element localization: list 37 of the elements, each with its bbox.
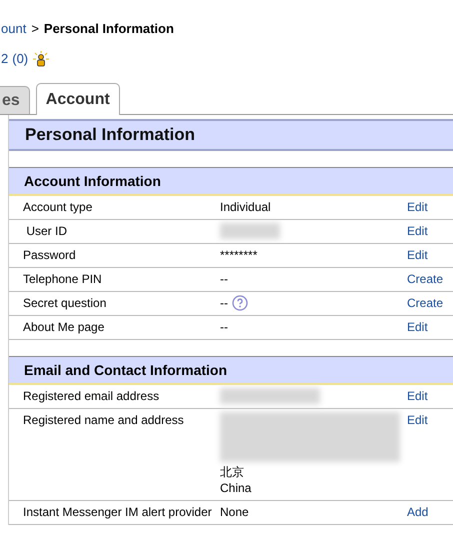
action-link[interactable]: Edit bbox=[407, 319, 453, 335]
field-value: Individual bbox=[220, 199, 271, 215]
action-link[interactable]: Edit bbox=[407, 223, 453, 239]
field-value: -- bbox=[220, 295, 228, 311]
field-value: ******** bbox=[220, 247, 258, 263]
field-value: -- bbox=[220, 271, 228, 287]
action-link[interactable]: Create bbox=[407, 271, 453, 287]
person-badge-icon bbox=[32, 51, 50, 67]
section-header: Account Information bbox=[9, 167, 453, 196]
field-label: Account type bbox=[23, 199, 94, 215]
field-label: About Me page bbox=[23, 319, 106, 335]
section-header: Email and Contact Information bbox=[9, 356, 453, 385]
field-label: User ID bbox=[25, 223, 68, 239]
breadcrumb-separator: > bbox=[31, 21, 39, 37]
action-link[interactable]: Add bbox=[407, 504, 453, 520]
field-value: 北京 China bbox=[220, 464, 252, 496]
field-label: Registered name and address bbox=[23, 412, 185, 429]
feedback-score-link[interactable]: 2 bbox=[1, 51, 8, 67]
action-link[interactable]: Create bbox=[407, 295, 453, 311]
action-link[interactable]: Edit bbox=[407, 247, 453, 263]
action-link[interactable]: Edit bbox=[407, 388, 453, 404]
help-icon[interactable] bbox=[232, 295, 248, 311]
tab[interactable]: es bbox=[0, 86, 30, 114]
field-label: Registered email address bbox=[23, 388, 160, 404]
field-label: Instant Messenger IM alert provider bbox=[23, 504, 213, 520]
panel-title: Personal Information bbox=[9, 119, 453, 151]
field-label: Password bbox=[23, 247, 77, 263]
feedback-count-link[interactable]: (0) bbox=[12, 51, 28, 67]
field-label: Telephone PIN bbox=[23, 271, 103, 287]
field-value: -- bbox=[220, 319, 228, 335]
field-value: None bbox=[220, 504, 249, 520]
action-link[interactable]: Edit bbox=[407, 412, 453, 496]
breadcrumb-link[interactable]: ount bbox=[1, 21, 26, 37]
field-label: Secret question bbox=[23, 295, 108, 311]
tab[interactable]: Account bbox=[36, 83, 120, 115]
action-link[interactable]: Edit bbox=[407, 199, 453, 215]
page-heading: Personal Information bbox=[44, 21, 174, 37]
